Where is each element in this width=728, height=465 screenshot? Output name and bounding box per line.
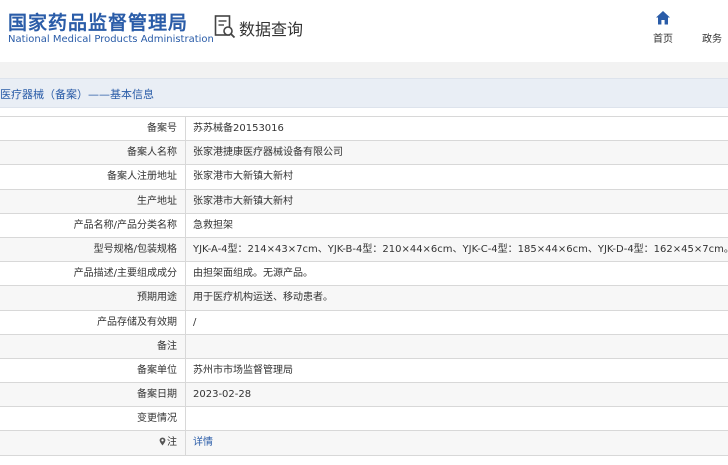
home-icon (656, 11, 670, 25)
table-row: 产品描述/主要组成成分 由担架面组成。无源产品。 (0, 262, 728, 287)
row-value: 用于医疗机构运送、移动患者。 (193, 292, 333, 304)
row-label: 备案号 (0, 117, 186, 141)
row-value: 张家港市大新镇大新村 (193, 195, 293, 207)
site-header: 国家药品监督管理局 National Medical Products Admi… (0, 0, 728, 62)
logo-title-en[interactable]: National Medical Products Administration (8, 34, 214, 45)
section-title: 医疗器械（备案）——基本信息 (0, 88, 154, 101)
row-label: 预期用途 (0, 286, 186, 310)
details-link[interactable]: 详情 (193, 437, 213, 448)
row-value: 由担架面组成。无源产品。 (193, 268, 313, 280)
table-row: 生产地址 张家港市大新镇大新村 (0, 189, 728, 214)
logo-title-cn[interactable]: 国家药品监督管理局 (8, 8, 188, 35)
row-label: 产品存储及有效期 (0, 310, 186, 334)
row-value: 详情 (186, 431, 728, 454)
row-value: 苏苏械备20153016 (193, 123, 284, 134)
row-value: YJK-A-4型：214×43×7cm、YJK-B-4型：210×44×6cm、… (193, 243, 728, 255)
table-row: 备案号 苏苏械备20153016 (0, 117, 728, 142)
row-value (186, 335, 728, 358)
table-row: 产品名称/产品分类名称 急救担架 (0, 213, 728, 238)
header-divider (0, 62, 728, 78)
row-label: 产品描述/主要组成成分 (0, 262, 186, 286)
page-title: 数据查询 (239, 20, 304, 39)
table-row: 产品存储及有效期 / (0, 310, 728, 335)
row-value: 苏州市市场监督管理局 (193, 364, 293, 376)
row-value: / (193, 316, 197, 328)
table-row: 备案人名称 张家港捷康医疗器械设备有限公司 (0, 141, 728, 166)
table-row: 备注 (0, 334, 728, 359)
section-title-bar: 医疗器械（备案）——基本信息 (0, 78, 728, 108)
row-label-note: 注 (0, 431, 186, 455)
note-label: 注 (167, 437, 177, 449)
row-label: 备案单位 (0, 358, 186, 383)
table-row: 变更情况 (0, 407, 728, 432)
row-label: 产品名称/产品分类名称 (0, 213, 186, 237)
row-label: 备案人注册地址 (0, 165, 186, 189)
row-label: 备案日期 (0, 383, 186, 407)
row-label: 备案人名称 (0, 141, 186, 165)
table-row: 型号规格/包装规格 YJK-A-4型：214×43×7cm、YJK-B-4型：2… (0, 237, 728, 263)
row-value (186, 407, 728, 430)
search-document-icon (214, 15, 236, 39)
row-label: 生产地址 (0, 189, 186, 213)
row-value: 急救担架 (193, 219, 233, 231)
row-value: 张家港市大新镇大新村 (193, 171, 293, 183)
table-row: 预期用途 用于医疗机构运送、移动患者。 (0, 286, 728, 311)
nav-home-label: 首页 (653, 34, 673, 45)
table-row: 备案人注册地址 张家港市大新镇大新村 (0, 165, 728, 190)
info-table: 备案号 苏苏械备20153016 备案人名称 张家港捷康医疗器械设备有限公司 备… (0, 116, 728, 456)
table-row: 注 详情 (0, 431, 728, 456)
table-row: 备案日期 2023-02-28 (0, 383, 728, 408)
table-row: 备案单位 苏州市市场监督管理局 (0, 358, 728, 384)
nav-home-link[interactable]: 首页 (648, 10, 678, 45)
row-label: 变更情况 (0, 407, 186, 431)
row-value: 张家港捷康医疗器械设备有限公司 (193, 147, 343, 159)
row-label: 备注 (0, 334, 186, 358)
row-value: 2023-02-28 (193, 389, 252, 401)
nav-gov-link[interactable]: 政务 (702, 30, 722, 45)
row-label: 型号规格/包装规格 (0, 237, 186, 262)
pin-icon (159, 438, 166, 446)
